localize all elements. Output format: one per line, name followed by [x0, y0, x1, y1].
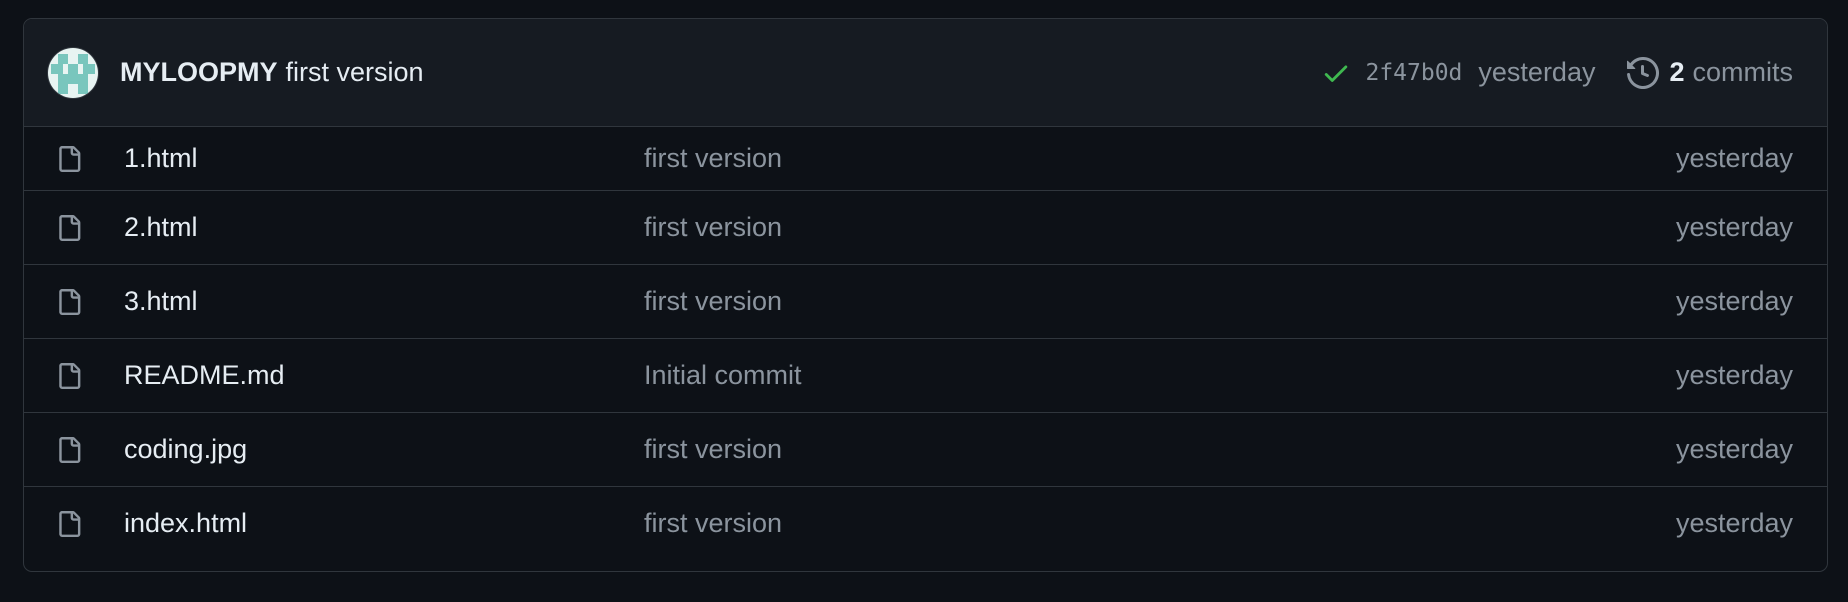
- file-commit-message[interactable]: Initial commit: [644, 360, 1676, 391]
- file-commit-time: yesterday: [1675, 360, 1793, 390]
- commit-message[interactable]: first version: [286, 57, 424, 88]
- identicon-icon: [51, 53, 95, 94]
- file-row[interactable]: coding.jpg first version yesterday: [24, 412, 1827, 486]
- file-name[interactable]: 3.html: [124, 286, 644, 317]
- file-browser: MYLOOPMY first version 2f47b0d yesterday…: [23, 18, 1828, 572]
- commit-author[interactable]: MYLOOPMY: [120, 57, 278, 88]
- file-commit-time: yesterday: [1675, 434, 1793, 464]
- file-commit-time: yesterday: [1675, 286, 1793, 316]
- commit-time: yesterday: [1478, 57, 1596, 87]
- file-name[interactable]: index.html: [124, 508, 644, 539]
- history-icon: [1627, 56, 1660, 89]
- file-commit-message[interactable]: first version: [644, 434, 1676, 465]
- file-commit-message[interactable]: first version: [644, 143, 1676, 174]
- file-name[interactable]: README.md: [124, 360, 644, 391]
- file-icon: [59, 436, 81, 463]
- file-icon: [59, 510, 81, 537]
- file-name[interactable]: 1.html: [124, 143, 644, 174]
- file-commit-time: yesterday: [1675, 508, 1793, 538]
- commit-sha[interactable]: 2f47b0d: [1365, 60, 1462, 86]
- file-row[interactable]: 2.html first version yesterday: [24, 190, 1827, 264]
- file-icon: [59, 214, 81, 241]
- file-commit-message[interactable]: first version: [644, 286, 1676, 317]
- commits-label: commits: [1692, 57, 1794, 87]
- file-icon: [59, 288, 81, 315]
- file-commit-message[interactable]: first version: [644, 212, 1676, 243]
- check-icon[interactable]: [1321, 58, 1351, 88]
- file-list: 1.html first version yesterday 2.html fi…: [24, 127, 1827, 560]
- file-name[interactable]: coding.jpg: [124, 434, 644, 465]
- file-row[interactable]: index.html first version yesterday: [24, 486, 1827, 560]
- file-icon: [59, 145, 81, 172]
- file-commit-time: yesterday: [1675, 212, 1793, 242]
- file-icon: [59, 362, 81, 389]
- avatar[interactable]: [48, 47, 98, 98]
- commits-history-link[interactable]: 2 commits: [1627, 56, 1794, 89]
- file-name[interactable]: 2.html: [124, 212, 644, 243]
- latest-commit-bar: MYLOOPMY first version 2f47b0d yesterday…: [24, 19, 1827, 127]
- file-row[interactable]: 1.html first version yesterday: [24, 127, 1827, 190]
- commits-count: 2: [1669, 57, 1685, 87]
- file-row[interactable]: 3.html first version yesterday: [24, 264, 1827, 338]
- file-commit-message[interactable]: first version: [644, 508, 1676, 539]
- file-commit-time: yesterday: [1675, 143, 1793, 173]
- file-row[interactable]: README.md Initial commit yesterday: [24, 338, 1827, 412]
